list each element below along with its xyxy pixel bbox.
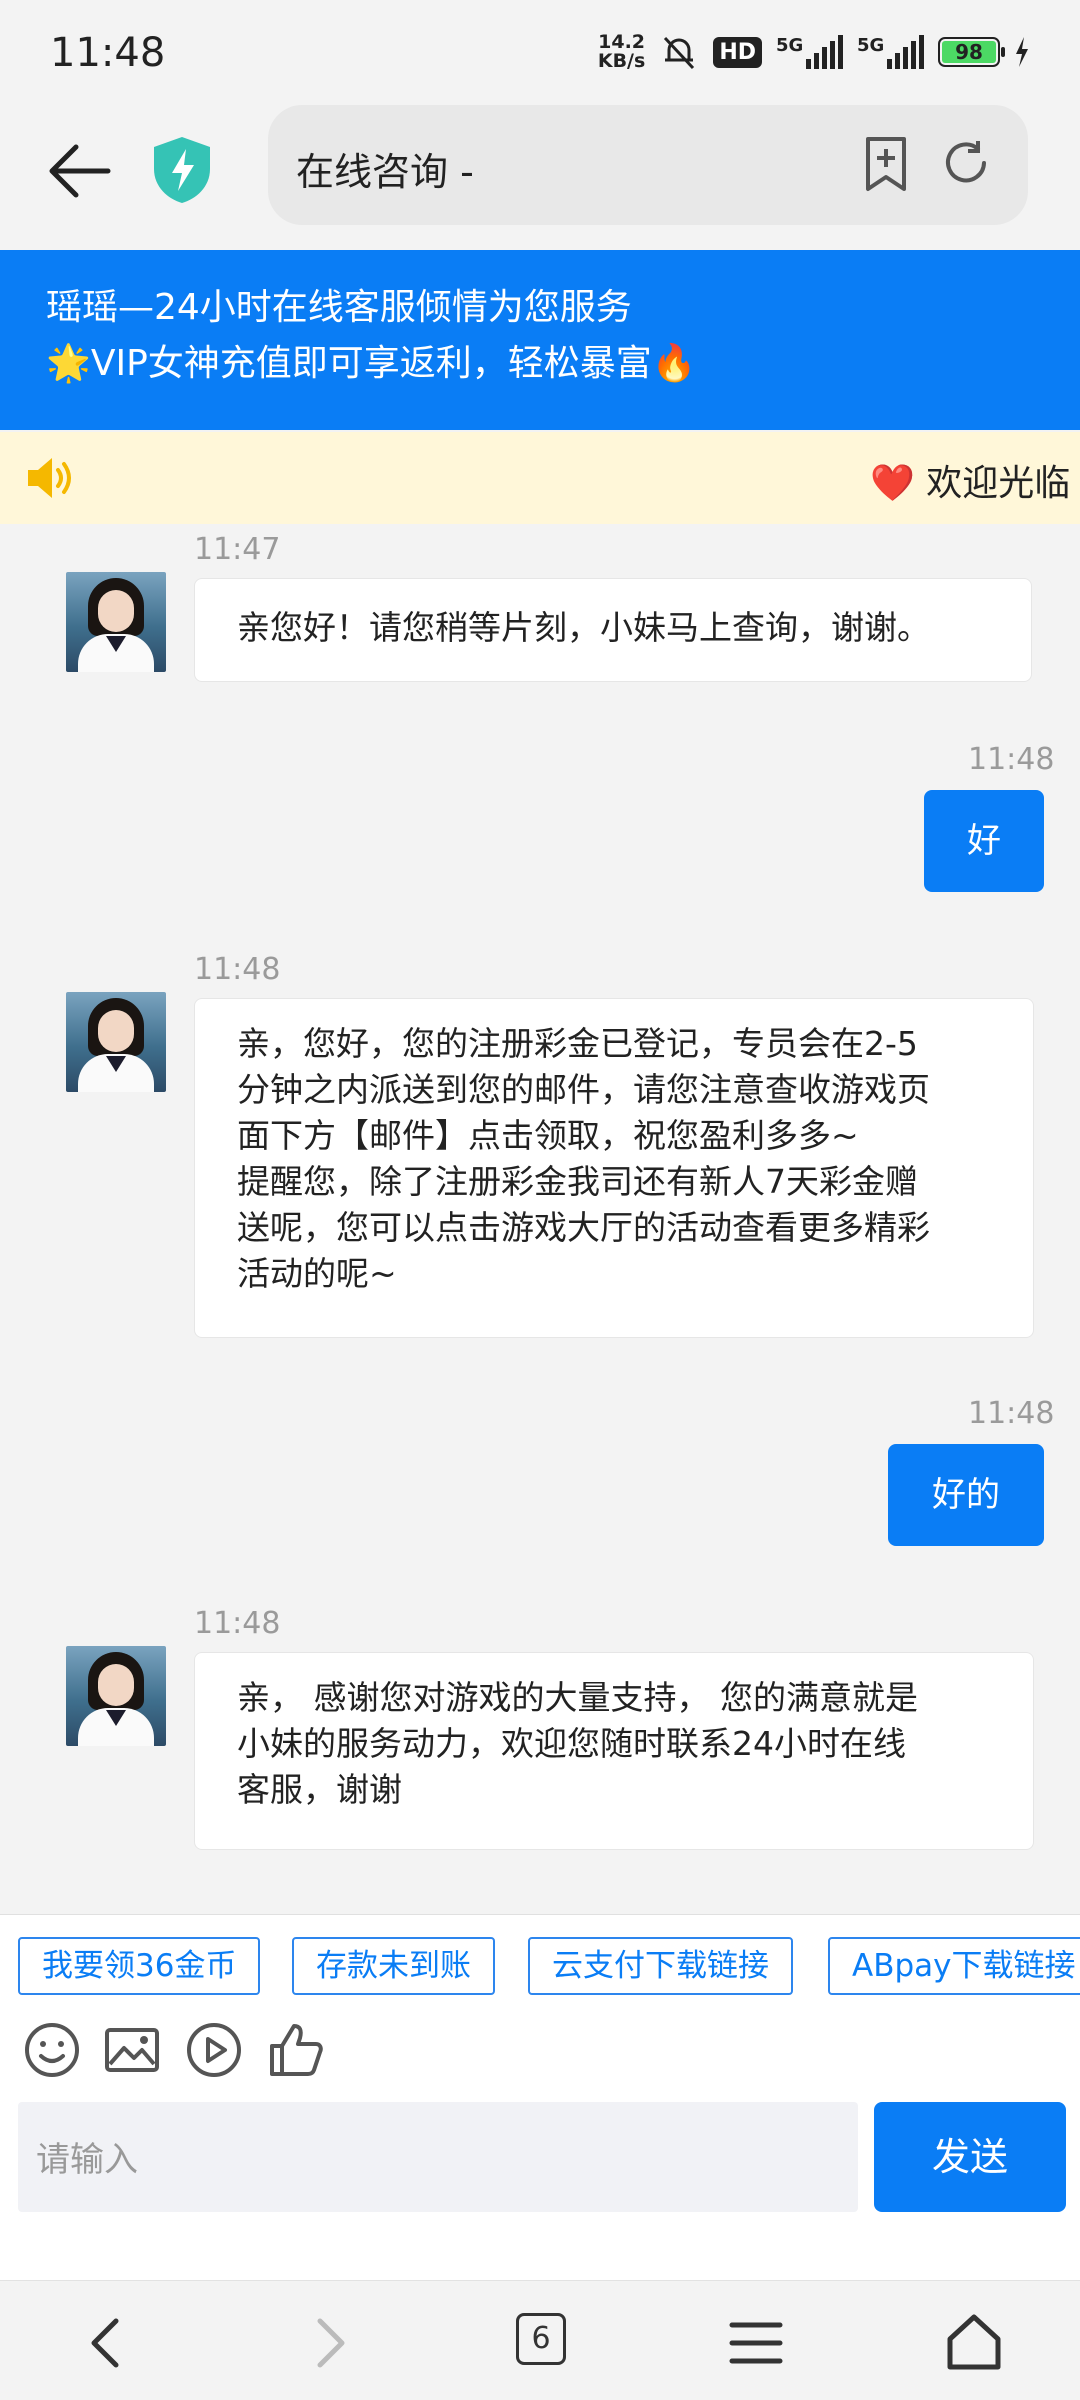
banner-line-1: 瑶瑶—24小时在线客服倾情为您服务 <box>46 287 632 328</box>
quick-reply-claim-coins[interactable]: 我要领36金币 <box>18 1937 261 1995</box>
user-message: 好的 <box>888 1444 1044 1546</box>
reload-icon[interactable] <box>940 137 992 189</box>
message-input[interactable]: 请输入 <box>18 2102 858 2212</box>
quick-reply-deposit-missing[interactable]: 存款未到账 <box>292 1937 495 1995</box>
agent-message: 亲， 感谢您对游戏的大量支持， 您的满意就是 小妹的服务动力，欢迎您随时联系24… <box>194 1652 1034 1850</box>
message-line: 提醒您，除了注册彩金我司还有新人7天彩金赠 <box>237 1162 918 1201</box>
menu-icon[interactable] <box>724 2311 788 2375</box>
notice-bar: ❤️ 欢迎光临 <box>0 432 1080 524</box>
signal-1-icon: 5G <box>776 35 843 69</box>
message-line: 亲， 感谢您对游戏的大量支持， 您的满意就是 <box>237 1678 918 1717</box>
thumbs-up-icon[interactable] <box>266 2020 326 2080</box>
message-text: 亲您好！请您稍等片刻，小妹马上查询，谢谢。 <box>237 608 930 647</box>
message-text: 好 <box>967 821 1001 861</box>
message-line: 分钟之内派送到您的邮件，请您注意查收游戏页 <box>237 1070 930 1109</box>
chat-area[interactable]: 11:47 亲您好！请您稍等片刻，小妹马上查询，谢谢。 11:48 好 11:4… <box>0 524 1080 1914</box>
quick-replies: 我要领36金币 存款未到账 云支付下载链接 ABpay下载链接 <box>0 1914 1080 2014</box>
message-text: 好的 <box>932 1475 1000 1515</box>
net-speed-unit: KB/s <box>597 50 646 72</box>
message-line: 活动的呢~ <box>237 1254 397 1293</box>
message-timestamp: 11:48 <box>194 1606 281 1641</box>
agent-avatar <box>66 992 166 1092</box>
input-toolbar <box>0 2014 1080 2100</box>
url-field[interactable]: 在线咨询 - <box>268 105 1028 225</box>
add-bookmark-icon[interactable] <box>860 135 912 193</box>
security-shield-icon[interactable] <box>150 135 214 205</box>
mute-bell-icon <box>664 36 695 70</box>
agent-avatar <box>66 1646 166 1746</box>
service-banner: 瑶瑶—24小时在线客服倾情为您服务 🌟VIP女神充值即可享返利，轻松暴富🔥 <box>0 250 1080 430</box>
message-line: 亲，您好，您的注册彩金已登记，专员会在2-5 <box>237 1024 918 1063</box>
status-icons: 14.2 KB/s HD 5G 5G 98 <box>598 30 1030 74</box>
nav-back-icon[interactable] <box>76 2311 140 2375</box>
quick-reply-abpay-link[interactable]: ABpay下载链接 <box>828 1937 1080 1995</box>
net-speed: 14.2 KB/s <box>598 33 645 71</box>
nav-forward-icon[interactable] <box>296 2311 360 2375</box>
notice-marquee-text: ❤️ 欢迎光临 <box>870 463 1071 504</box>
browser-navigation-bar: 6 <box>0 2280 1080 2400</box>
battery-level: 98 <box>942 41 996 63</box>
message-timestamp: 11:48 <box>968 742 1055 777</box>
message-line: 面下方【邮件】点击领取，祝您盈利多多~ <box>237 1116 859 1155</box>
agent-message: 亲，您好，您的注册彩金已登记，专员会在2-5 分钟之内派送到您的邮件，请您注意查… <box>194 998 1034 1338</box>
video-icon[interactable] <box>184 2020 244 2080</box>
agent-avatar <box>66 572 166 672</box>
battery-icon: 98 <box>938 37 1005 67</box>
charging-icon <box>1016 37 1028 67</box>
image-icon[interactable] <box>102 2020 162 2080</box>
quick-reply-cloudpay-link[interactable]: 云支付下载链接 <box>528 1937 793 1995</box>
message-line: 客服，谢谢 <box>237 1770 402 1809</box>
home-icon[interactable] <box>942 2311 1006 2375</box>
network-type-2: 5G <box>857 35 885 56</box>
hd-voice-icon: HD <box>713 36 762 68</box>
message-line: 送呢，您可以点击游戏大厅的活动查看更多精彩 <box>237 1208 930 1247</box>
agent-message: 亲您好！请您稍等片刻，小妹马上查询，谢谢。 <box>194 578 1032 682</box>
network-type-1: 5G <box>776 35 804 56</box>
message-input-row: 请输入 发送 <box>0 2100 1080 2280</box>
status-time: 11:48 <box>50 30 166 76</box>
status-bar: 11:48 14.2 KB/s HD 5G 5G 98 <box>0 0 1080 105</box>
back-arrow-icon[interactable] <box>48 143 112 199</box>
emoji-icon[interactable] <box>22 2020 82 2080</box>
message-timestamp: 11:48 <box>194 952 281 987</box>
user-message: 好 <box>924 790 1044 892</box>
send-button[interactable]: 发送 <box>874 2102 1066 2212</box>
tabs-count-button[interactable]: 6 <box>516 2313 566 2365</box>
signal-2-icon: 5G <box>857 35 924 69</box>
browser-address-bar: 在线咨询 - <box>0 105 1080 250</box>
banner-line-2: 🌟VIP女神充值即可享返利，轻松暴富🔥 <box>46 343 697 384</box>
url-text[interactable]: 在线咨询 - <box>296 141 474 196</box>
speaker-icon <box>28 458 71 498</box>
message-timestamp: 11:47 <box>194 532 281 567</box>
message-timestamp: 11:48 <box>968 1396 1055 1431</box>
message-line: 小妹的服务动力，欢迎您随时联系24小时在线 <box>237 1724 906 1763</box>
